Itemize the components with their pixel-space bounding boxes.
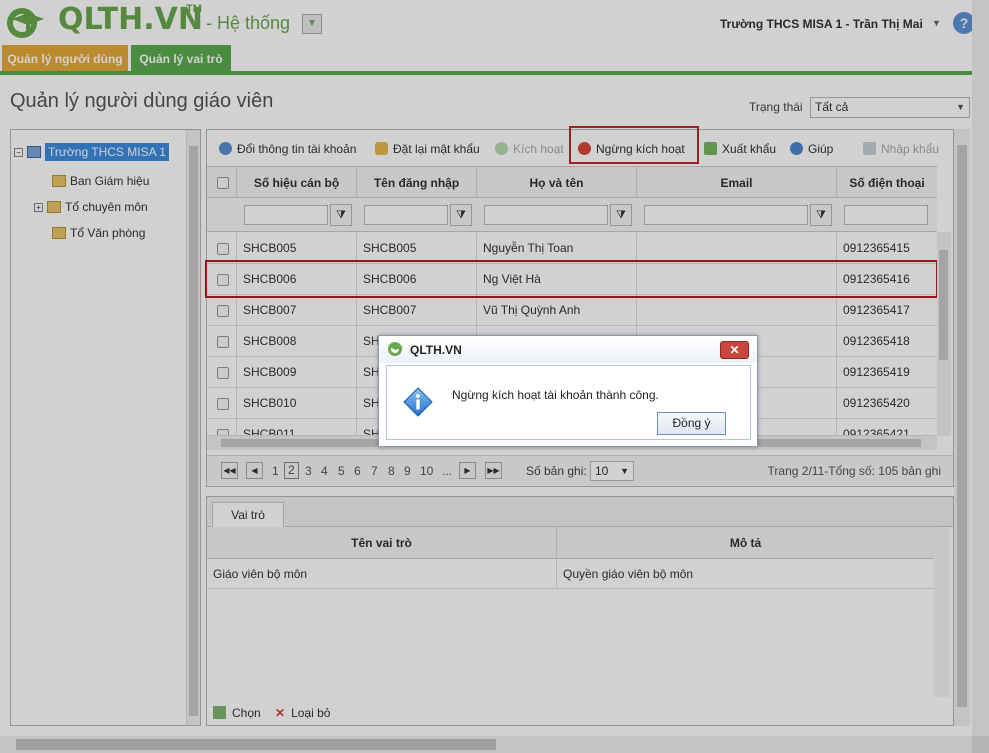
ok-button[interactable]: Đồng ý <box>657 412 726 435</box>
logo-icon <box>388 342 403 356</box>
info-icon <box>403 387 433 417</box>
dialog-message: Ngừng kích hoạt tài khoản thành công. <box>452 388 659 402</box>
dialog-title: QLTH.VN <box>410 343 462 357</box>
close-icon[interactable]: ✕ <box>720 341 749 359</box>
